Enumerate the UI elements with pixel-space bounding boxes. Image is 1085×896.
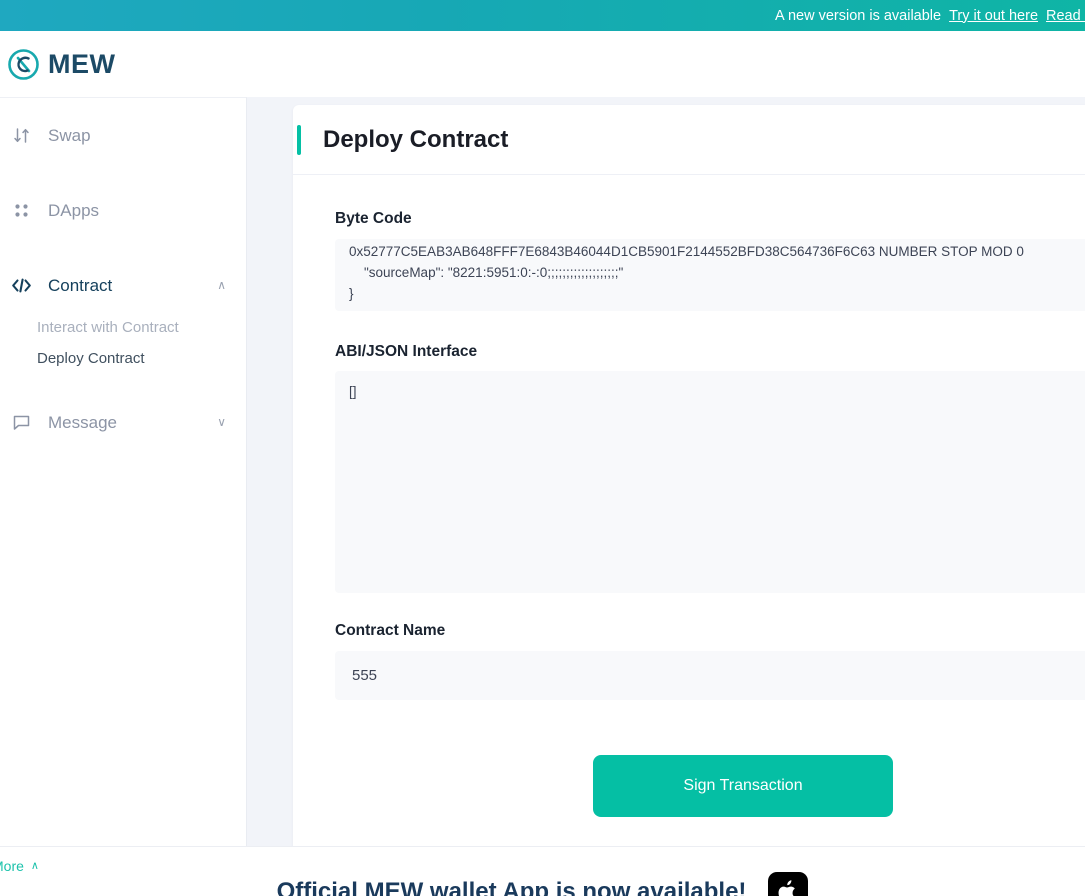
mew-logo-text: MEW: [48, 48, 116, 79]
subnav-label: Deploy Contract: [37, 350, 145, 367]
bytecode-input[interactable]: SELFBALANCE 0xD0 SWAP2 0x5B SELFDESTRUCT…: [335, 238, 1085, 311]
deploy-contract-card: Deploy Contract Byte Code SELFBALANCE 0x…: [293, 105, 1085, 846]
grid-dots-icon: [6, 201, 36, 220]
mew-logo[interactable]: MEW: [8, 48, 116, 80]
title-accent-bar: [297, 124, 301, 155]
mew-logo-icon: [8, 48, 39, 80]
sidebar-item-label: DApps: [48, 200, 100, 220]
chevron-up-icon[interactable]: ∧: [217, 279, 226, 291]
code-brackets-icon: [6, 276, 36, 295]
card-header: Deploy Contract: [293, 105, 1085, 175]
read-about-link[interactable]: Read about: [1046, 8, 1085, 24]
speech-bubble-icon: [6, 413, 36, 432]
sidebar-subitem-interact-with-contract[interactable]: Interact with Contract: [0, 312, 246, 343]
abi-field-group: ABI/JSON Interface []: [335, 342, 1085, 593]
sidebar-item-contract[interactable]: Contract ∧: [0, 258, 246, 312]
action-row: Sign Transaction: [335, 733, 1085, 847]
promo-text: Official MEW wallet App is now available…: [276, 878, 747, 896]
apple-app-store-icon[interactable]: [768, 872, 809, 896]
card-body: Byte Code SELFBALANCE 0xD0 SWAP2 0x5B SE…: [293, 175, 1085, 846]
page-title: Deploy Contract: [323, 125, 509, 153]
bytecode-value: SELFBALANCE 0xD0 SWAP2 0x5B SELFDESTRUCT…: [349, 244, 1024, 302]
version-notification-banner: A new version is available Try it out he…: [0, 0, 1085, 31]
swap-arrows-icon: [6, 126, 36, 145]
mew-app-window: A new version is available Try it out he…: [0, 0, 1085, 896]
bytecode-label: Byte Code: [335, 210, 412, 227]
subnav-label: Interact with Contract: [37, 319, 179, 336]
sidebar-item-message[interactable]: Message ∨: [0, 395, 246, 449]
abi-input[interactable]: []: [335, 371, 1085, 593]
sidebar-nav: Swap DApps Contract ∧ Interact with Cont…: [0, 97, 247, 846]
sidebar-item-label: Contract: [48, 275, 113, 295]
bytecode-field-group: Byte Code SELFBALANCE 0xD0 SWAP2 0x5B SE…: [335, 211, 1085, 311]
banner-message: A new version is available: [775, 7, 942, 24]
chevron-up-icon: ∧: [30, 859, 39, 872]
sidebar-item-label: Swap: [48, 125, 91, 145]
app-promo: Official MEW wallet App is now available…: [0, 872, 1085, 896]
try-it-out-link[interactable]: Try it out here: [949, 8, 1038, 24]
sidebar-subitem-deploy-contract[interactable]: Deploy Contract: [0, 343, 246, 374]
sidebar-item-swap[interactable]: Swap: [0, 108, 246, 162]
chevron-down-icon[interactable]: ∨: [217, 416, 226, 428]
app-header: MEW: [0, 31, 1085, 97]
bottom-bar: More ∧ Official MEW wallet App is now av…: [0, 846, 1085, 896]
sidebar-item-dapps[interactable]: DApps: [0, 183, 246, 237]
sidebar-item-label: Message: [48, 412, 117, 432]
contract-name-field-group: Contract Name 555: [335, 623, 1085, 700]
contract-name-label: Contract Name: [335, 622, 446, 639]
sign-transaction-button[interactable]: Sign Transaction: [593, 754, 893, 817]
contract-name-input[interactable]: 555: [335, 650, 1085, 700]
main-content-area: Deploy Contract Byte Code SELFBALANCE 0x…: [247, 97, 1085, 846]
abi-label: ABI/JSON Interface: [335, 342, 478, 360]
